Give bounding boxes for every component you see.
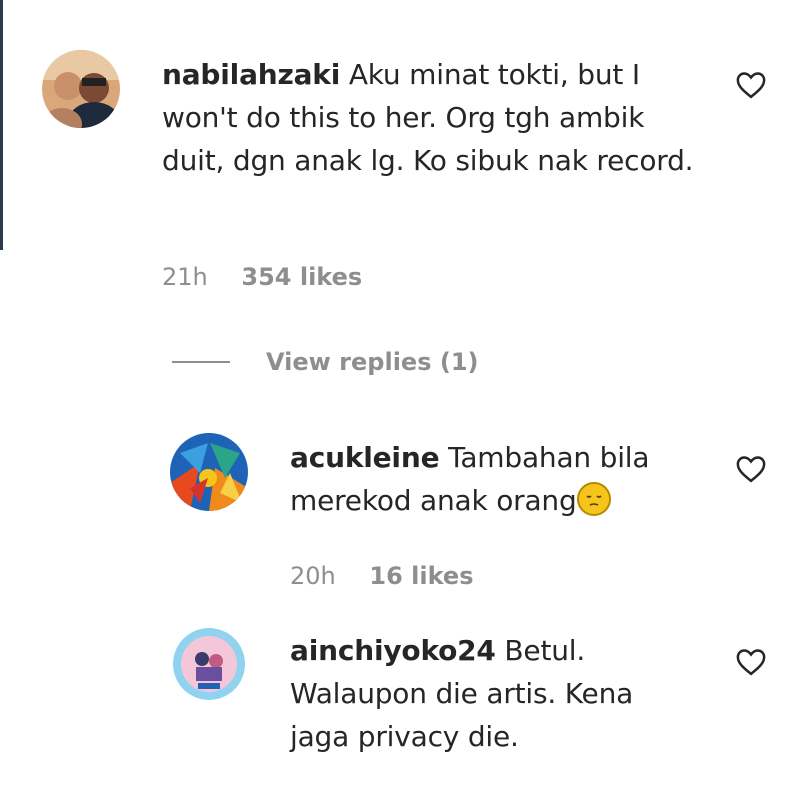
reply-text: ainchiyoko24 Betul. Walaupon die artis. … xyxy=(290,629,690,758)
like-heart-icon[interactable] xyxy=(736,71,766,99)
divider-line xyxy=(172,361,230,363)
reply-text: acukleine Tambahan bila merekod anak ora… xyxy=(290,436,690,522)
like-heart-icon[interactable] xyxy=(736,455,766,483)
window-edge xyxy=(0,0,3,250)
comment-likes[interactable]: 354 likes xyxy=(241,263,362,291)
reply-time[interactable]: 20h xyxy=(290,562,336,590)
comment-meta: 21h 354 likes xyxy=(162,263,362,291)
reply-username[interactable]: ainchiyoko24 xyxy=(290,634,496,667)
reply-meta: 20h 16 likes xyxy=(290,562,473,590)
comment-username[interactable]: nabilahzaki xyxy=(162,58,340,91)
reply-likes[interactable]: 16 likes xyxy=(369,562,473,590)
reply-username[interactable]: acukleine xyxy=(290,441,440,474)
view-replies-label: View replies (1) xyxy=(266,348,479,376)
like-heart-icon[interactable] xyxy=(736,648,766,676)
pensive-face-icon xyxy=(576,482,611,516)
view-replies-button[interactable]: View replies (1) xyxy=(172,342,478,382)
comment-time[interactable]: 21h xyxy=(162,263,208,291)
avatar[interactable] xyxy=(42,50,120,128)
comment-text: nabilahzaki Aku minat tokti, but I won't… xyxy=(162,53,702,182)
avatar[interactable] xyxy=(170,433,248,511)
avatar[interactable] xyxy=(170,625,248,703)
